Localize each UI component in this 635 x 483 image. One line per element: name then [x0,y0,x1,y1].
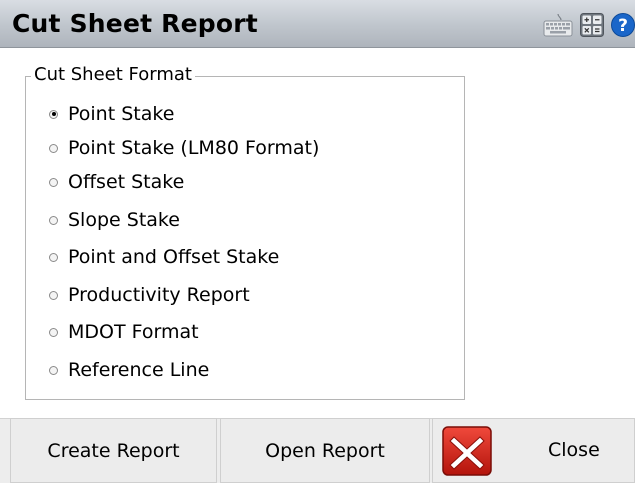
radio-point-and-offset-stake[interactable]: Point and Offset Stake [49,244,279,270]
radio-label: Slope Stake [68,209,180,231]
keyboard-icon[interactable] [543,13,573,37]
radio-label: Point and Offset Stake [68,246,280,268]
close-button[interactable]: Close [432,418,635,483]
close-label: Close [548,439,600,461]
svg-text:?: ? [618,16,628,36]
open-report-label: Open Report [265,439,385,462]
radio-button[interactable] [49,177,58,187]
radio-button[interactable] [49,143,58,153]
radio-label: Point Stake [68,103,175,125]
title-bar: Cut Sheet Report ? [0,0,635,48]
radio-button-selected[interactable] [49,109,58,119]
radio-label: Productivity Report [68,284,250,306]
help-icon[interactable]: ? [611,13,635,37]
radio-button[interactable] [49,252,58,262]
radio-button[interactable] [49,290,58,300]
create-report-button[interactable]: Create Report [10,418,217,483]
radio-mdot-format[interactable]: MDOT Format [49,319,199,345]
close-icon [442,425,492,476]
open-report-button[interactable]: Open Report [220,418,430,483]
radio-label: MDOT Format [68,321,199,343]
group-title: Cut Sheet Format [31,64,195,86]
radio-button[interactable] [49,327,58,337]
radio-label: Offset Stake [68,171,185,193]
radio-point-stake[interactable]: Point Stake [49,101,174,127]
radio-point-stake-lm80[interactable]: Point Stake (LM80 Format) [49,135,319,161]
radio-label: Point Stake (LM80 Format) [68,137,320,159]
create-report-label: Create Report [47,439,180,462]
radio-productivity-report[interactable]: Productivity Report [49,282,250,308]
radio-offset-stake[interactable]: Offset Stake [49,169,184,195]
radio-button[interactable] [49,365,58,375]
radio-reference-line[interactable]: Reference Line [49,357,209,383]
radio-slope-stake[interactable]: Slope Stake [49,207,180,233]
radio-button[interactable] [49,215,58,225]
calculator-icon[interactable] [580,13,604,37]
radio-label: Reference Line [68,359,210,381]
window-title: Cut Sheet Report [12,9,258,38]
